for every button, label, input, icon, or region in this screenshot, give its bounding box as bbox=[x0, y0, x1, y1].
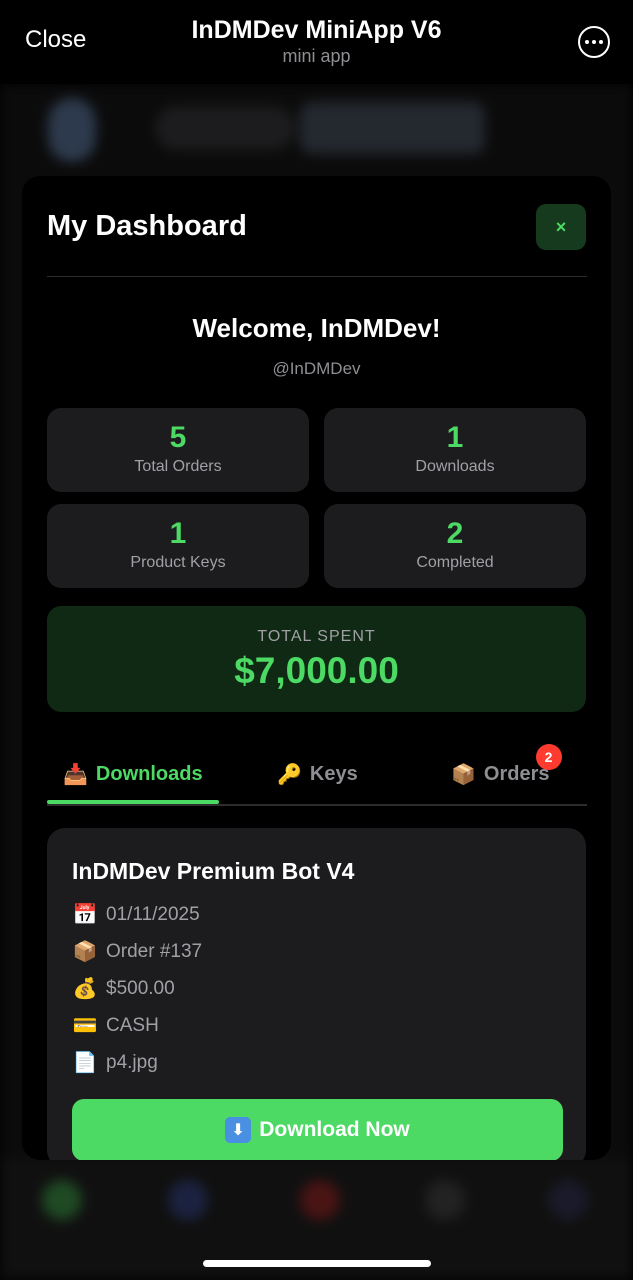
order-price: 💰 $500.00 bbox=[72, 976, 175, 1001]
tab-orders[interactable]: 📦 Orders 2 bbox=[451, 744, 562, 794]
app-subtitle: mini app bbox=[282, 46, 351, 66]
background-pill bbox=[300, 102, 485, 154]
avatar bbox=[48, 98, 96, 162]
stat-value: 2 bbox=[446, 517, 464, 550]
home-indicator bbox=[203, 1260, 431, 1267]
stat-label: Total Orders bbox=[134, 458, 222, 475]
active-tab-indicator bbox=[47, 800, 219, 804]
inbox-icon: 📥 bbox=[63, 763, 88, 786]
stat-product-keys: 1 Product Keys bbox=[47, 504, 309, 588]
download-button-label: Download Now bbox=[259, 1118, 410, 1141]
page-title: My Dashboard bbox=[47, 210, 247, 242]
nav-icon bbox=[42, 1180, 82, 1220]
download-arrow-icon: ⬇ bbox=[225, 1117, 252, 1143]
file-value: p4.jpg bbox=[106, 1051, 158, 1073]
price-value: $500.00 bbox=[106, 977, 175, 999]
stat-total-orders: 5 Total Orders bbox=[47, 408, 309, 492]
total-spent-label: TOTAL SPENT bbox=[257, 628, 376, 645]
credit-card-icon: 💳 bbox=[72, 1015, 98, 1037]
package-icon: 📦 bbox=[451, 763, 476, 786]
orders-count-badge: 2 bbox=[535, 744, 562, 770]
stat-value: 1 bbox=[169, 517, 187, 550]
tab-keys[interactable]: 🔑 Keys bbox=[277, 754, 358, 794]
tab-label: Keys bbox=[309, 762, 358, 785]
tab-bar: 📥 Downloads 🔑 Keys 📦 Orders 2 bbox=[47, 744, 587, 806]
download-now-button[interactable]: ⬇ Download Now bbox=[72, 1099, 563, 1160]
stat-value: 1 bbox=[446, 421, 464, 454]
close-dashboard-button[interactable]: × bbox=[536, 204, 586, 250]
dashboard-modal: My Dashboard × Welcome, InDMDev! @InDMDe… bbox=[22, 176, 611, 1160]
nav-icon bbox=[548, 1180, 588, 1220]
more-icon[interactable] bbox=[578, 26, 610, 58]
total-spent-value: $7,000.00 bbox=[234, 650, 399, 691]
file-name: 📄 p4.jpg bbox=[72, 1050, 158, 1075]
total-spent-card: TOTAL SPENT $7,000.00 bbox=[47, 606, 586, 712]
stat-label: Product Keys bbox=[130, 554, 226, 571]
key-icon: 🔑 bbox=[277, 763, 302, 786]
stat-downloads: 1 Downloads bbox=[324, 408, 586, 492]
payment-value: CASH bbox=[106, 1014, 159, 1036]
stat-label: Downloads bbox=[415, 458, 495, 475]
download-card: InDMDev Premium Bot V4 📅 01/11/2025 📦 Or… bbox=[47, 828, 586, 1160]
date-value: 01/11/2025 bbox=[106, 903, 200, 925]
divider bbox=[47, 276, 587, 277]
money-bag-icon: 💰 bbox=[72, 978, 98, 1000]
payment-method: 💳 CASH bbox=[72, 1013, 159, 1038]
app-title: InDMDev MiniApp V6 bbox=[191, 16, 442, 44]
nav-icon bbox=[425, 1180, 465, 1220]
stat-value: 5 bbox=[169, 421, 187, 454]
background-pill bbox=[155, 106, 295, 150]
nav-icon bbox=[300, 1180, 340, 1220]
stat-completed: 2 Completed bbox=[324, 504, 586, 588]
stat-label: Completed bbox=[416, 554, 494, 571]
nav-icon bbox=[168, 1180, 208, 1220]
tab-downloads[interactable]: 📥 Downloads bbox=[63, 754, 203, 794]
username: @InDMDev bbox=[272, 359, 361, 378]
calendar-icon: 📅 bbox=[72, 904, 98, 926]
tab-label: Downloads bbox=[95, 762, 203, 785]
package-icon: 📦 bbox=[72, 941, 98, 963]
welcome-text: Welcome, InDMDev! bbox=[192, 313, 441, 343]
order-value: Order #137 bbox=[106, 940, 203, 962]
order-date: 📅 01/11/2025 bbox=[72, 902, 200, 927]
telegram-header: Close InDMDev MiniApp V6 mini app bbox=[0, 0, 633, 84]
document-icon: 📄 bbox=[72, 1052, 98, 1074]
order-number: 📦 Order #137 bbox=[72, 939, 203, 964]
product-title: InDMDev Premium Bot V4 bbox=[72, 858, 355, 884]
